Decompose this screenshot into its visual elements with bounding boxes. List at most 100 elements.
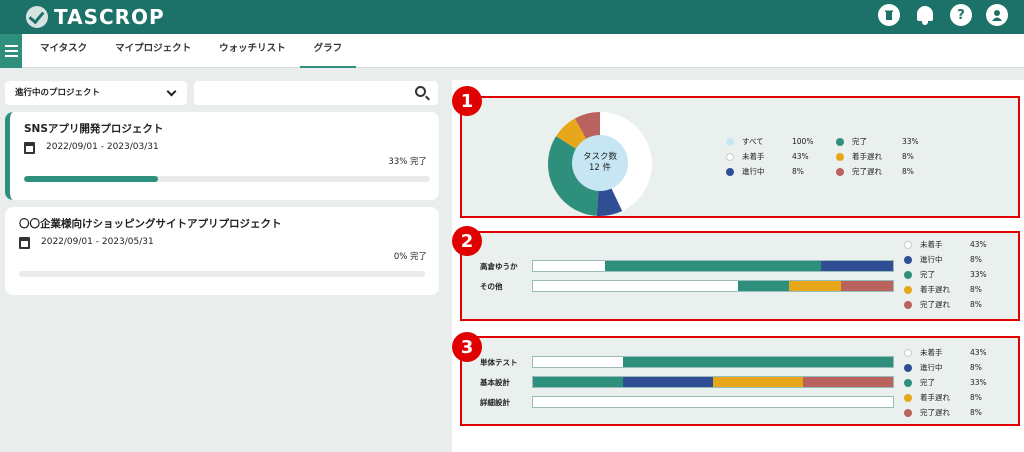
tab-3[interactable]: グラフ bbox=[299, 34, 357, 68]
bar-segment-done bbox=[533, 377, 623, 387]
legend-dot bbox=[904, 270, 912, 279]
legend-percent: 43% bbox=[792, 152, 809, 161]
legend-label: すべて bbox=[742, 137, 764, 146]
phase-status-box: 単体テスト 基本設計 詳細設計 未着手 43% 進行中 8% 完了 33% 着手遅れ 8% 完了遅れ… bbox=[460, 336, 1020, 426]
legend-percent: 8% bbox=[792, 167, 804, 176]
legend-dot bbox=[726, 137, 734, 146]
badge-2: 2 bbox=[452, 226, 482, 256]
bar-label: 詳細設計 bbox=[480, 398, 510, 407]
legend-label: 未着手 bbox=[920, 348, 943, 357]
legend-label: 着手遅れ bbox=[852, 152, 882, 161]
assignee-status-box: 高倉ゆうか その他 未着手 43% 進行中 8% 完了 33% 着手遅れ 8% 完了遅れ 8% bbox=[460, 231, 1020, 321]
legend-percent: 8% bbox=[970, 393, 982, 402]
legend-label: 進行中 bbox=[920, 255, 943, 264]
legend-dot bbox=[904, 240, 912, 249]
legend-dot bbox=[726, 167, 734, 176]
stacked-bar bbox=[532, 280, 894, 292]
legend-percent: 8% bbox=[970, 408, 982, 417]
project-dates: 2022/09/01 - 2023/03/31 bbox=[46, 142, 159, 152]
graph-panel: タスク数 12 件 すべて 100% 未着手 43% 進行中 8% 完了 33% 着手遅れ 8% 完… bbox=[452, 80, 1024, 452]
project-dates: 2022/09/01 - 2023/05/31 bbox=[41, 237, 154, 247]
bar-segment-in_progress bbox=[821, 261, 893, 271]
legend-percent: 100% bbox=[792, 137, 814, 146]
legend-label: 進行中 bbox=[742, 167, 765, 176]
legend-item: 着手遅れ 8% bbox=[904, 392, 982, 403]
bar-segment-not_started bbox=[533, 281, 739, 291]
legend-percent: 33% bbox=[970, 270, 987, 279]
project-card[interactable]: SNSアプリ開発プロジェクト 2022/09/01 - 2023/03/31 33%… bbox=[5, 112, 439, 200]
legend-dot bbox=[904, 285, 912, 294]
bar-segment-in_progress bbox=[623, 377, 713, 387]
calendar-icon bbox=[19, 237, 30, 249]
chevron-down-icon bbox=[166, 86, 177, 97]
legend-label: 進行中 bbox=[920, 363, 943, 372]
legend-percent: 43% bbox=[970, 240, 987, 249]
search-icon[interactable] bbox=[415, 86, 426, 97]
legend-dot bbox=[904, 393, 912, 402]
legend-item: 完了遅れ 8% bbox=[904, 407, 982, 418]
legend-label: 着手遅れ bbox=[920, 285, 950, 294]
progress-fill bbox=[24, 176, 158, 182]
legend-dot bbox=[904, 408, 912, 417]
stacked-bar bbox=[532, 260, 894, 272]
project-filter-select[interactable]: 進行中のプロジェクト bbox=[5, 81, 187, 105]
stacked-bar bbox=[532, 376, 894, 388]
legend-dot bbox=[904, 363, 912, 372]
pie-center: タスク数 12 件 bbox=[572, 135, 628, 191]
legend-dot bbox=[904, 378, 912, 387]
top-bar: TASCROP ? bbox=[0, 0, 1024, 34]
legend-dot bbox=[904, 348, 912, 357]
bar-label: 単体テスト bbox=[480, 358, 518, 367]
legend-item: すべて 100% bbox=[726, 136, 813, 147]
user-icon[interactable] bbox=[986, 4, 1008, 26]
badge-3: 3 bbox=[452, 332, 482, 362]
legend-item: 完了 33% bbox=[904, 377, 987, 388]
bar-segment-late_start bbox=[788, 281, 841, 291]
legend-percent: 8% bbox=[902, 152, 914, 161]
legend-label: 完了 bbox=[852, 137, 867, 146]
legend-label: 完了 bbox=[920, 270, 935, 279]
project-percent: 0% 完了 bbox=[393, 252, 427, 262]
legend-percent: 8% bbox=[970, 285, 982, 294]
legend-label: 完了 bbox=[920, 378, 935, 387]
legend-label: 着手遅れ bbox=[920, 393, 950, 402]
bell-icon[interactable] bbox=[914, 4, 936, 26]
legend-percent: 33% bbox=[902, 137, 919, 146]
bar-label: 基本設計 bbox=[480, 378, 510, 387]
project-name: 〇〇企業様向けショッピングサイトアプリプロジェクト bbox=[19, 218, 282, 230]
help-icon[interactable]: ? bbox=[950, 4, 972, 26]
legend-dot bbox=[836, 167, 844, 176]
legend-label: 完了遅れ bbox=[920, 408, 950, 417]
project-name: SNSアプリ開発プロジェクト bbox=[24, 123, 164, 135]
tab-1[interactable]: マイプロジェクト bbox=[101, 34, 205, 68]
bar-segment-late_finish bbox=[840, 281, 893, 291]
legend-dot bbox=[836, 152, 844, 161]
legend-item: 進行中 8% bbox=[904, 254, 982, 265]
legend-item: 未着手 43% bbox=[904, 347, 987, 358]
legend-item: 完了 33% bbox=[836, 136, 919, 147]
trash-icon[interactable] bbox=[878, 4, 900, 26]
pie-center-label: タスク数 bbox=[582, 152, 617, 162]
status-summary-box: タスク数 12 件 すべて 100% 未着手 43% 進行中 8% 完了 33% 着手遅れ 8% 完… bbox=[460, 96, 1020, 218]
legend-dot bbox=[726, 152, 734, 161]
legend-item: 完了 33% bbox=[904, 269, 987, 280]
legend-item: 着手遅れ 8% bbox=[904, 284, 982, 295]
progress-track bbox=[24, 176, 430, 182]
bar-segment-not_started bbox=[533, 397, 893, 407]
progress-track bbox=[19, 271, 425, 277]
search-input[interactable] bbox=[194, 81, 438, 105]
badge-1: 1 bbox=[452, 86, 482, 116]
menu-icon[interactable] bbox=[0, 34, 22, 68]
logo[interactable]: TASCROP bbox=[26, 5, 165, 29]
tab-2[interactable]: ウォッチリスト bbox=[205, 34, 300, 68]
legend-item: 着手遅れ 8% bbox=[836, 151, 914, 162]
nav-bar: マイタスク マイプロジェクト ウォッチリスト グラフ bbox=[0, 34, 1024, 68]
tab-0[interactable]: マイタスク bbox=[26, 34, 101, 68]
project-percent: 33% 完了 bbox=[388, 157, 427, 167]
help-glyph: ? bbox=[957, 7, 965, 23]
bar-segment-not_started bbox=[533, 261, 605, 271]
legend-percent: 43% bbox=[970, 348, 987, 357]
project-card[interactable]: 〇〇企業様向けショッピングサイトアプリプロジェクト 2022/09/01 - 20… bbox=[5, 207, 439, 295]
legend-percent: 8% bbox=[970, 255, 982, 264]
legend-label: 未着手 bbox=[920, 240, 943, 249]
